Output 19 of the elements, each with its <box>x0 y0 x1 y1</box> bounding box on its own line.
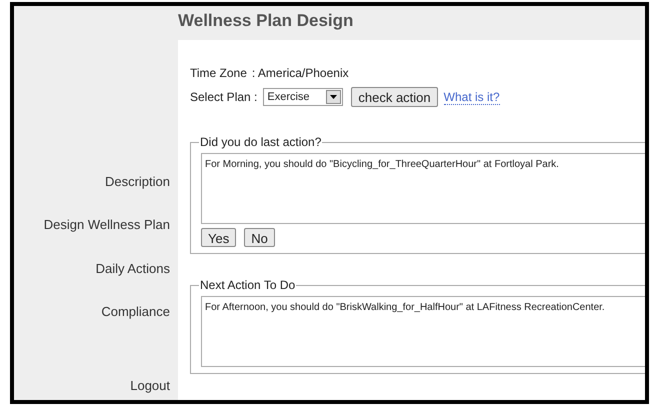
answer-button[interactable]: Yes <box>201 228 236 247</box>
field-label: Time Zone <box>190 65 247 82</box>
message-box: For Afternoon, you should do "BriskWalking_for_HalfHour" at LAFitness RecreationCenter. <box>201 296 645 367</box>
caret-icon <box>326 90 342 104</box>
sidebar-link[interactable]: Description <box>104 172 170 192</box>
section-legend: Did you do last action? <box>199 133 322 151</box>
field-value: : America/Phoenix <box>252 65 349 82</box>
sidebar-link[interactable]: Logout <box>130 376 170 396</box>
section-legend: Next Action To Do <box>199 276 296 294</box>
help-link[interactable]: What is it? <box>444 90 500 104</box>
sidebar-link[interactable]: Design Wellness Plan <box>44 215 170 234</box>
sidebar-link[interactable]: Compliance <box>101 302 170 322</box>
plan-dropdown[interactable]: Exercise <box>263 88 344 106</box>
answer-button[interactable]: No <box>244 228 275 247</box>
sidebar-link[interactable]: Daily Actions <box>96 259 170 278</box>
check-action-button[interactable]: check action <box>351 87 438 107</box>
page-title: Wellness Plan Design <box>178 10 354 32</box>
field-label: Select Plan : <box>190 89 258 106</box>
message-box: For Morning, you should do "Bicycling_for_ThreeQuarterHour" at Fortloyal Park. <box>201 153 645 224</box>
